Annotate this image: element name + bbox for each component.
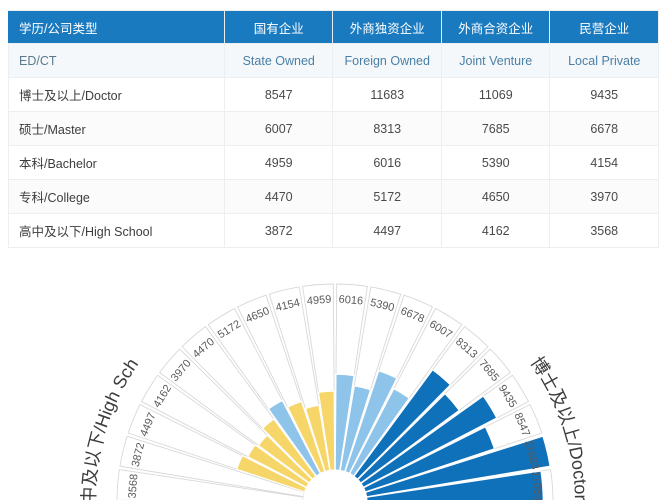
header-cell-local-private: 民营企业 (549, 10, 659, 44)
cell-college-foreign-owned: 5172 (332, 179, 442, 214)
chart-value-label: 6016 (338, 294, 363, 308)
table-row: 专科/College 4470 5172 4650 3970 (8, 179, 659, 214)
radial-chart-geometry (116, 283, 554, 500)
row-label-bachelor: 本科/Bachelor (8, 145, 225, 180)
table-row: 硕士/Master 6007 8313 7685 6678 (8, 111, 659, 146)
cell-master-local-private: 6678 (549, 111, 659, 146)
cell-master-foreign-owned: 8313 (332, 111, 442, 146)
cell-high-school-state-owned: 3872 (223, 213, 334, 248)
row-label-master: 硕士/Master (8, 111, 225, 146)
row-label-college: 专科/College (8, 179, 225, 214)
cell-bachelor-joint-venture: 5390 (440, 145, 551, 180)
cell-high-school-foreign-owned: 4497 (332, 213, 442, 248)
cell-college-joint-venture: 4650 (440, 179, 551, 214)
table-row: 博士及以上/Doctor 8547 11683 11069 9435 (8, 77, 659, 112)
cell-bachelor-state-owned: 4959 (223, 145, 334, 180)
subheader-cell-joint-venture: Joint Venture (440, 43, 551, 78)
row-label-doctor: 博士及以上/Doctor (8, 77, 225, 112)
salary-table-container: 学历/公司类型 国有企业 外商独资企业 外商合资企业 民营企业 ED/CT St… (8, 10, 659, 248)
table-row: 本科/Bachelor 4959 6016 5390 4154 (8, 145, 659, 180)
table-subheader-row: ED/CT State Owned Foreign Owned Joint Ve… (8, 43, 659, 78)
subheader-cell-foreign-owned: Foreign Owned (332, 43, 442, 78)
header-cell-state-owned: 国有企业 (223, 10, 334, 44)
header-cell-education-company: 学历/公司类型 (8, 10, 225, 44)
cell-doctor-foreign-owned: 11683 (332, 77, 442, 112)
header-cell-joint-venture: 外商合资企业 (440, 10, 551, 44)
cell-master-joint-venture: 7685 (440, 111, 551, 146)
radial-chart-svg: 35683872449741623970447051724650 4154 4959… (0, 250, 591, 500)
subheader-cell-ed-ct: ED/CT (8, 43, 225, 78)
cell-high-school-joint-venture: 4162 (440, 213, 551, 248)
cell-doctor-local-private: 9435 (549, 77, 659, 112)
cell-bachelor-foreign-owned: 6016 (332, 145, 442, 180)
chart-value-label: 11069 (529, 471, 543, 500)
subheader-cell-local-private: Local Private (549, 43, 659, 78)
table-row: 高中及以下/High School 3872 4497 4162 3568 (8, 213, 659, 248)
table-header-row: 学历/公司类型 国有企业 外商独资企业 外商合资企业 民营企业 (8, 10, 659, 44)
cell-high-school-local-private: 3568 (549, 213, 659, 248)
cell-doctor-state-owned: 8547 (223, 77, 334, 112)
chart-value-label: 3568 (127, 473, 141, 498)
cell-bachelor-local-private: 4154 (549, 145, 659, 180)
header-cell-foreign-owned: 外商独资企业 (332, 10, 442, 44)
subheader-cell-state-owned: State Owned (223, 43, 334, 78)
radial-bar-chart: 3568 3872 4497 4162 3970 4470 5172 4650 4154 4959… (0, 250, 667, 500)
cell-doctor-joint-venture: 11069 (440, 77, 551, 112)
cell-college-local-private: 3970 (549, 179, 659, 214)
chart-value-label: 4959 (306, 294, 331, 308)
row-label-high-school: 高中及以下/High School (8, 213, 225, 248)
salary-table: 学历/公司类型 国有企业 外商独资企业 外商合资企业 民营企业 ED/CT St… (8, 10, 659, 248)
cell-master-state-owned: 6007 (223, 111, 334, 146)
screenshot-root: 学历/公司类型 国有企业 外商独资企业 外商合资企业 民营企业 ED/CT St… (0, 0, 667, 500)
cell-college-state-owned: 4470 (223, 179, 334, 214)
